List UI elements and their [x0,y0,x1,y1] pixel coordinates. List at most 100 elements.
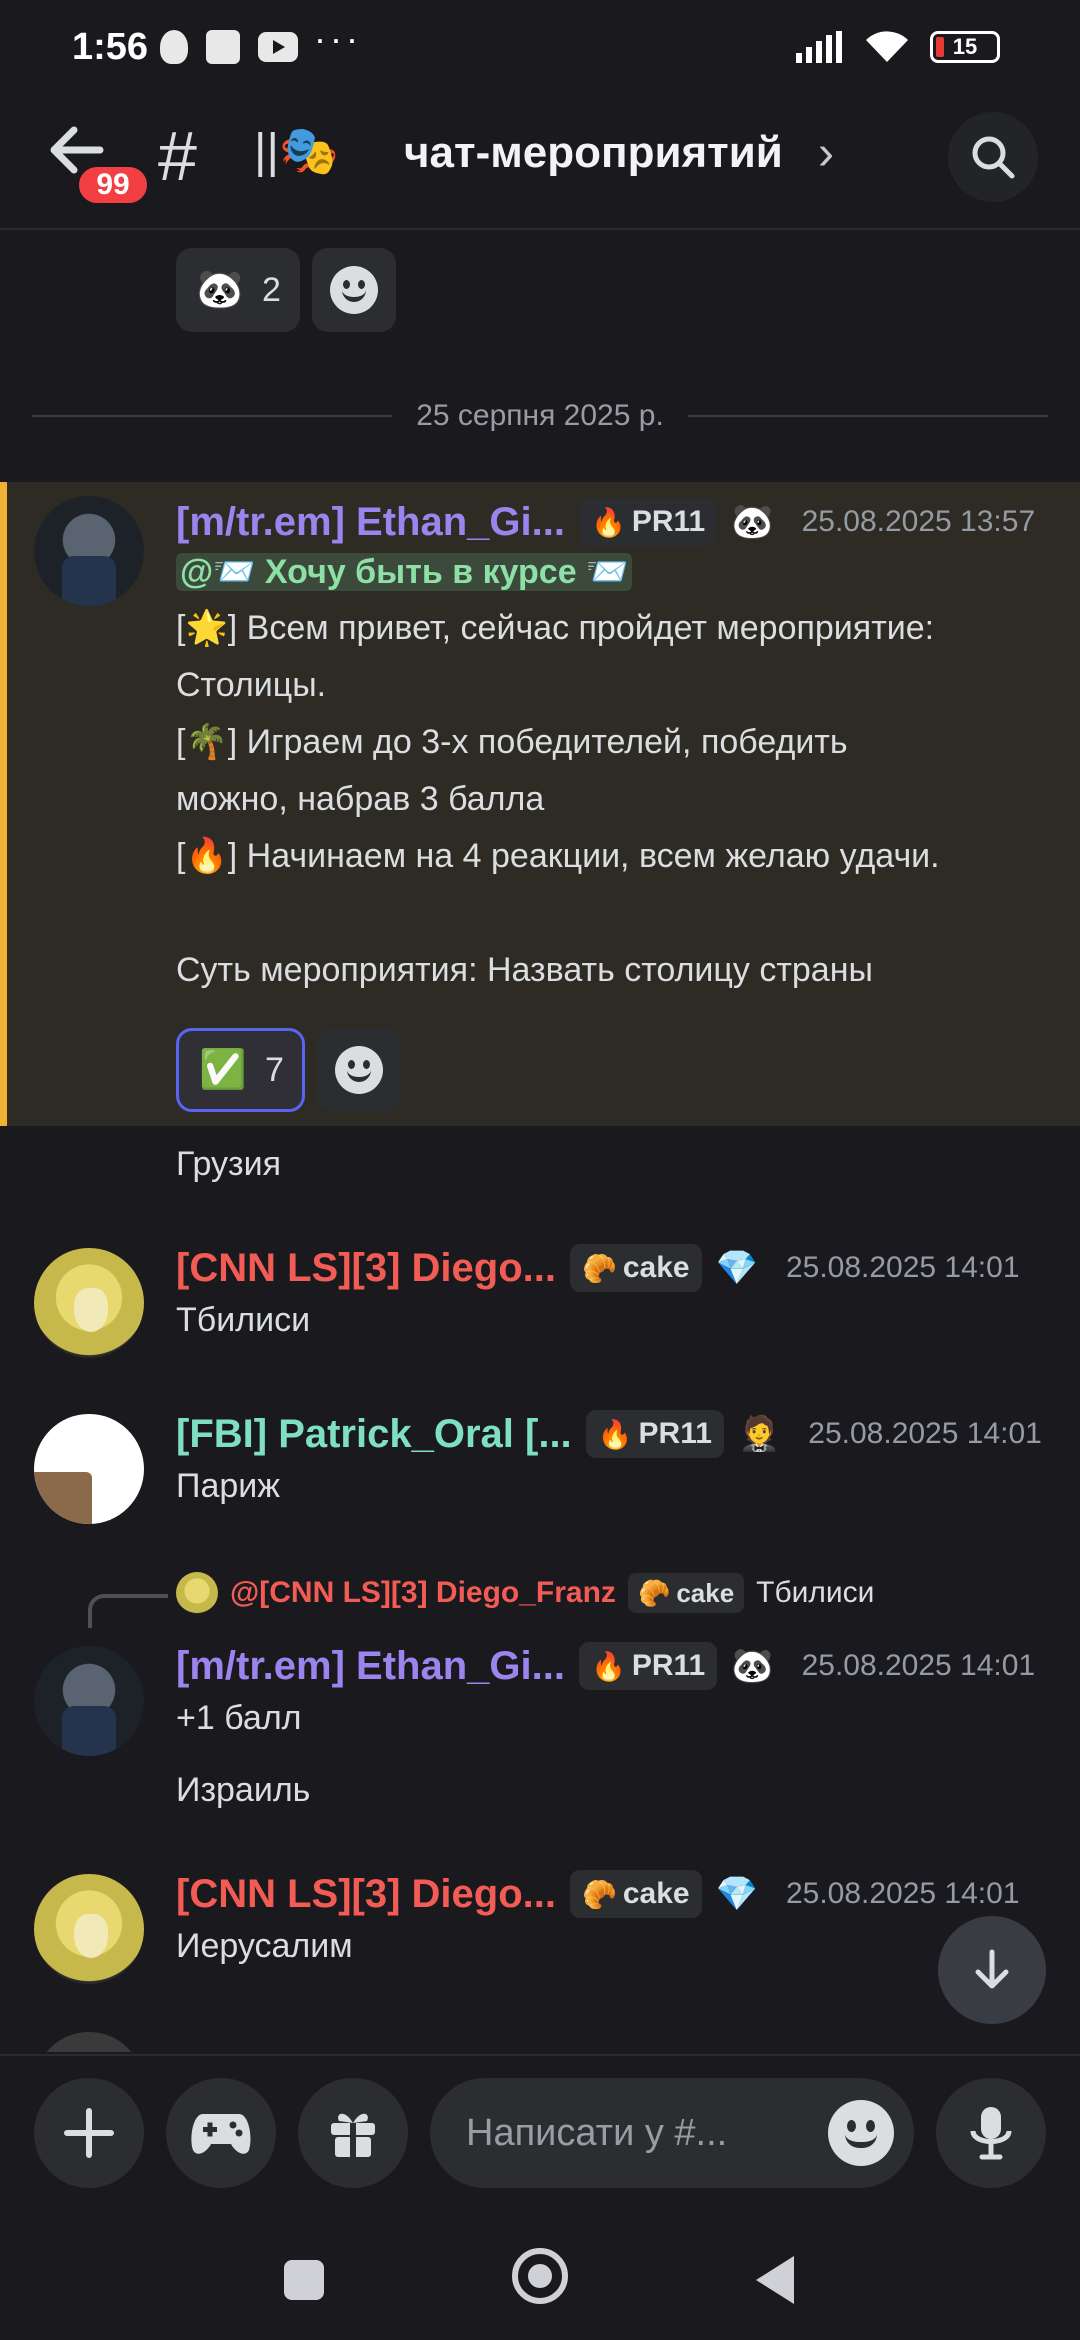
voice-message-button[interactable] [936,2078,1046,2188]
channel-prefix: ||🎭 [254,125,339,178]
avatar[interactable] [34,1414,144,1524]
avatar[interactable] [34,1874,144,1984]
reply-username[interactable]: @[CNN LS][3] Diego_Franz [230,1576,616,1610]
gift-icon [331,2113,375,2157]
role-tag-label: PR11 [638,1417,712,1450]
arrow-down-icon [975,1949,1009,1989]
role-icon: 🐼 [731,1647,774,1685]
gem-icon: 💎 [715,1249,758,1287]
smile-icon [330,266,378,314]
role-mention[interactable]: @📨 Хочу быть в курсе 📨 [176,553,633,591]
date-divider-label: 25 серпня 2025 р. [416,399,664,432]
username[interactable]: [FBI] Patrick_Oral [... [176,1412,572,1457]
app-notification-icon [206,30,240,64]
avatar [34,2032,144,2052]
panda-emoji-icon: 🐼 [196,269,244,311]
avatar[interactable] [34,1646,144,1756]
message-ethan-reply[interactable]: [m/tr.em] Ethan_Gi... 🔥 PR11 🐼 25.08.2025… [0,1638,1080,1768]
scroll-to-bottom-button[interactable] [938,1916,1046,2024]
role-tag: 🔥 PR11 [578,498,718,546]
gift-button[interactable] [298,2078,408,2188]
message-text: +1 балл [176,1699,302,1737]
message-patrick[interactable]: [FBI] Patrick_Oral [... 🔥 PR11 🤵 25.08.20… [0,1406,1080,1536]
role-tag-label: PR11 [631,1649,706,1682]
reaction-row-top: 🐼 2 [176,248,396,332]
reply-preview[interactable]: @[CNN LS][3] Diego_Franz 🥐 cake Тбилиси [176,1572,874,1614]
avatar[interactable] [34,496,144,606]
microphone-icon [970,2107,1012,2160]
fire-icon: 🔥 [597,1418,633,1450]
avatar[interactable] [34,1248,144,1358]
message-text: Тбилиси [176,1301,311,1339]
role-tag-label: PR11 [631,505,706,538]
status-time: 1:56 [72,26,149,68]
add-attachment-button[interactable] [34,2078,144,2188]
message-list[interactable]: 🐼 2 25 серпня 2025 р. [m/tr.em] Ethan_Gi… [0,232,1080,2052]
smile-icon [334,1046,383,1094]
reply-role-tag: 🥐 cake [627,1573,745,1613]
search-button[interactable] [948,112,1038,202]
croissant-icon: 🥐 [637,1577,671,1608]
system-navigation-bar [0,2214,1080,2340]
status-bar: 1:56 ··· 15 [0,0,1080,100]
role-tag: 🔥 PR11 [578,1642,718,1690]
role-tag: 🥐 cake [569,1244,702,1292]
add-reaction-button[interactable] [316,1028,401,1112]
message-diego-1[interactable]: [CNN LS][3] Diego... 🥐 cake 💎 25.08.2025 … [0,1240,1080,1370]
message-header: [CNN LS][3] Diego... 🥐 cake 💎 25.08.2025 … [176,1866,1020,1922]
message-header: [FBI] Patrick_Oral [... 🔥 PR11 🤵 25.08.20… [176,1406,1042,1462]
hash-icon: # [158,117,197,195]
message-diego-2[interactable]: [CNN LS][3] Diego... 🥐 cake 💎 25.08.2025 … [0,1866,1080,1996]
back-icon[interactable] [756,2256,794,2304]
person-icon: 🤵 [737,1415,781,1453]
activities-button[interactable] [166,2078,276,2188]
timestamp: 25.08.2025 14:01 [801,1649,1036,1682]
fire-icon: 🔥 [590,1650,626,1682]
username[interactable]: [m/tr.em] Ethan_Gi... [176,500,565,545]
message-line: [🌴] Играем до 3-х победителей, победить [176,723,848,761]
gamepad-icon [191,2114,251,2154]
role-tag-label: cake [622,1877,690,1910]
timestamp: 25.08.2025 14:01 [785,1251,1020,1284]
message-input-placeholder: Написати у #... [466,2111,728,2154]
home-icon[interactable] [512,2248,568,2304]
role-tag: 🥐 cake [569,1870,702,1918]
message-line: можно, набрав 3 балла [176,780,545,818]
message-line: [🔥] Начинаем на 4 реакции, всем желаю уд… [176,837,940,875]
message-header: [CNN LS][3] Diego... 🥐 cake 💎 25.08.2025 … [176,1240,1020,1296]
battery-icon: 15 [930,31,1000,63]
reply-connector [88,1594,168,1628]
reaction-count: 2 [262,270,281,309]
emoji-picker-icon[interactable] [828,2100,894,2166]
status-notification-icons [160,30,298,64]
message-text: Париж [176,1467,280,1505]
unread-badge: 99 [74,162,152,208]
message-composer: Написати у #... [0,2054,1080,2214]
youtube-icon [258,32,298,62]
date-divider: 25 серпня 2025 р. [32,396,1048,436]
reaction-panda[interactable]: 🐼 2 [176,248,300,332]
channel-name[interactable]: чат-мероприятий [404,128,783,178]
reaction-count: 7 [265,1050,284,1089]
message-followup: Грузия [176,1145,282,1183]
reply-avatar [176,1572,218,1614]
chevron-right-icon[interactable]: › [818,126,834,181]
message-ethan-announcement[interactable]: [m/tr.em] Ethan_Gi... 🔥 PR11 🐼 25.08.2025… [0,488,1080,1128]
croissant-icon: 🥐 [581,1252,617,1284]
message-header: [m/tr.em] Ethan_Gi... 🔥 PR11 🐼 25.08.2025… [176,494,1035,550]
message-partial [0,2032,1080,2052]
role-tag-label: cake [622,1251,690,1284]
role-icon: 🐼 [731,503,774,541]
username[interactable]: [CNN LS][3] Diego... [176,1246,556,1291]
recent-apps-icon[interactable] [284,2260,324,2300]
reaction-check[interactable]: ✅ 7 [176,1028,305,1112]
message-followup: Израиль [176,1771,311,1809]
wifi-icon [866,31,908,62]
search-icon [972,136,1015,179]
role-tag: 🔥 PR11 [585,1410,724,1458]
signal-icon [796,31,842,63]
username[interactable]: [m/tr.em] Ethan_Gi... [176,1644,565,1689]
timestamp: 25.08.2025 14:01 [808,1417,1042,1450]
username[interactable]: [CNN LS][3] Diego... [176,1872,556,1917]
add-reaction-button[interactable] [312,248,396,332]
